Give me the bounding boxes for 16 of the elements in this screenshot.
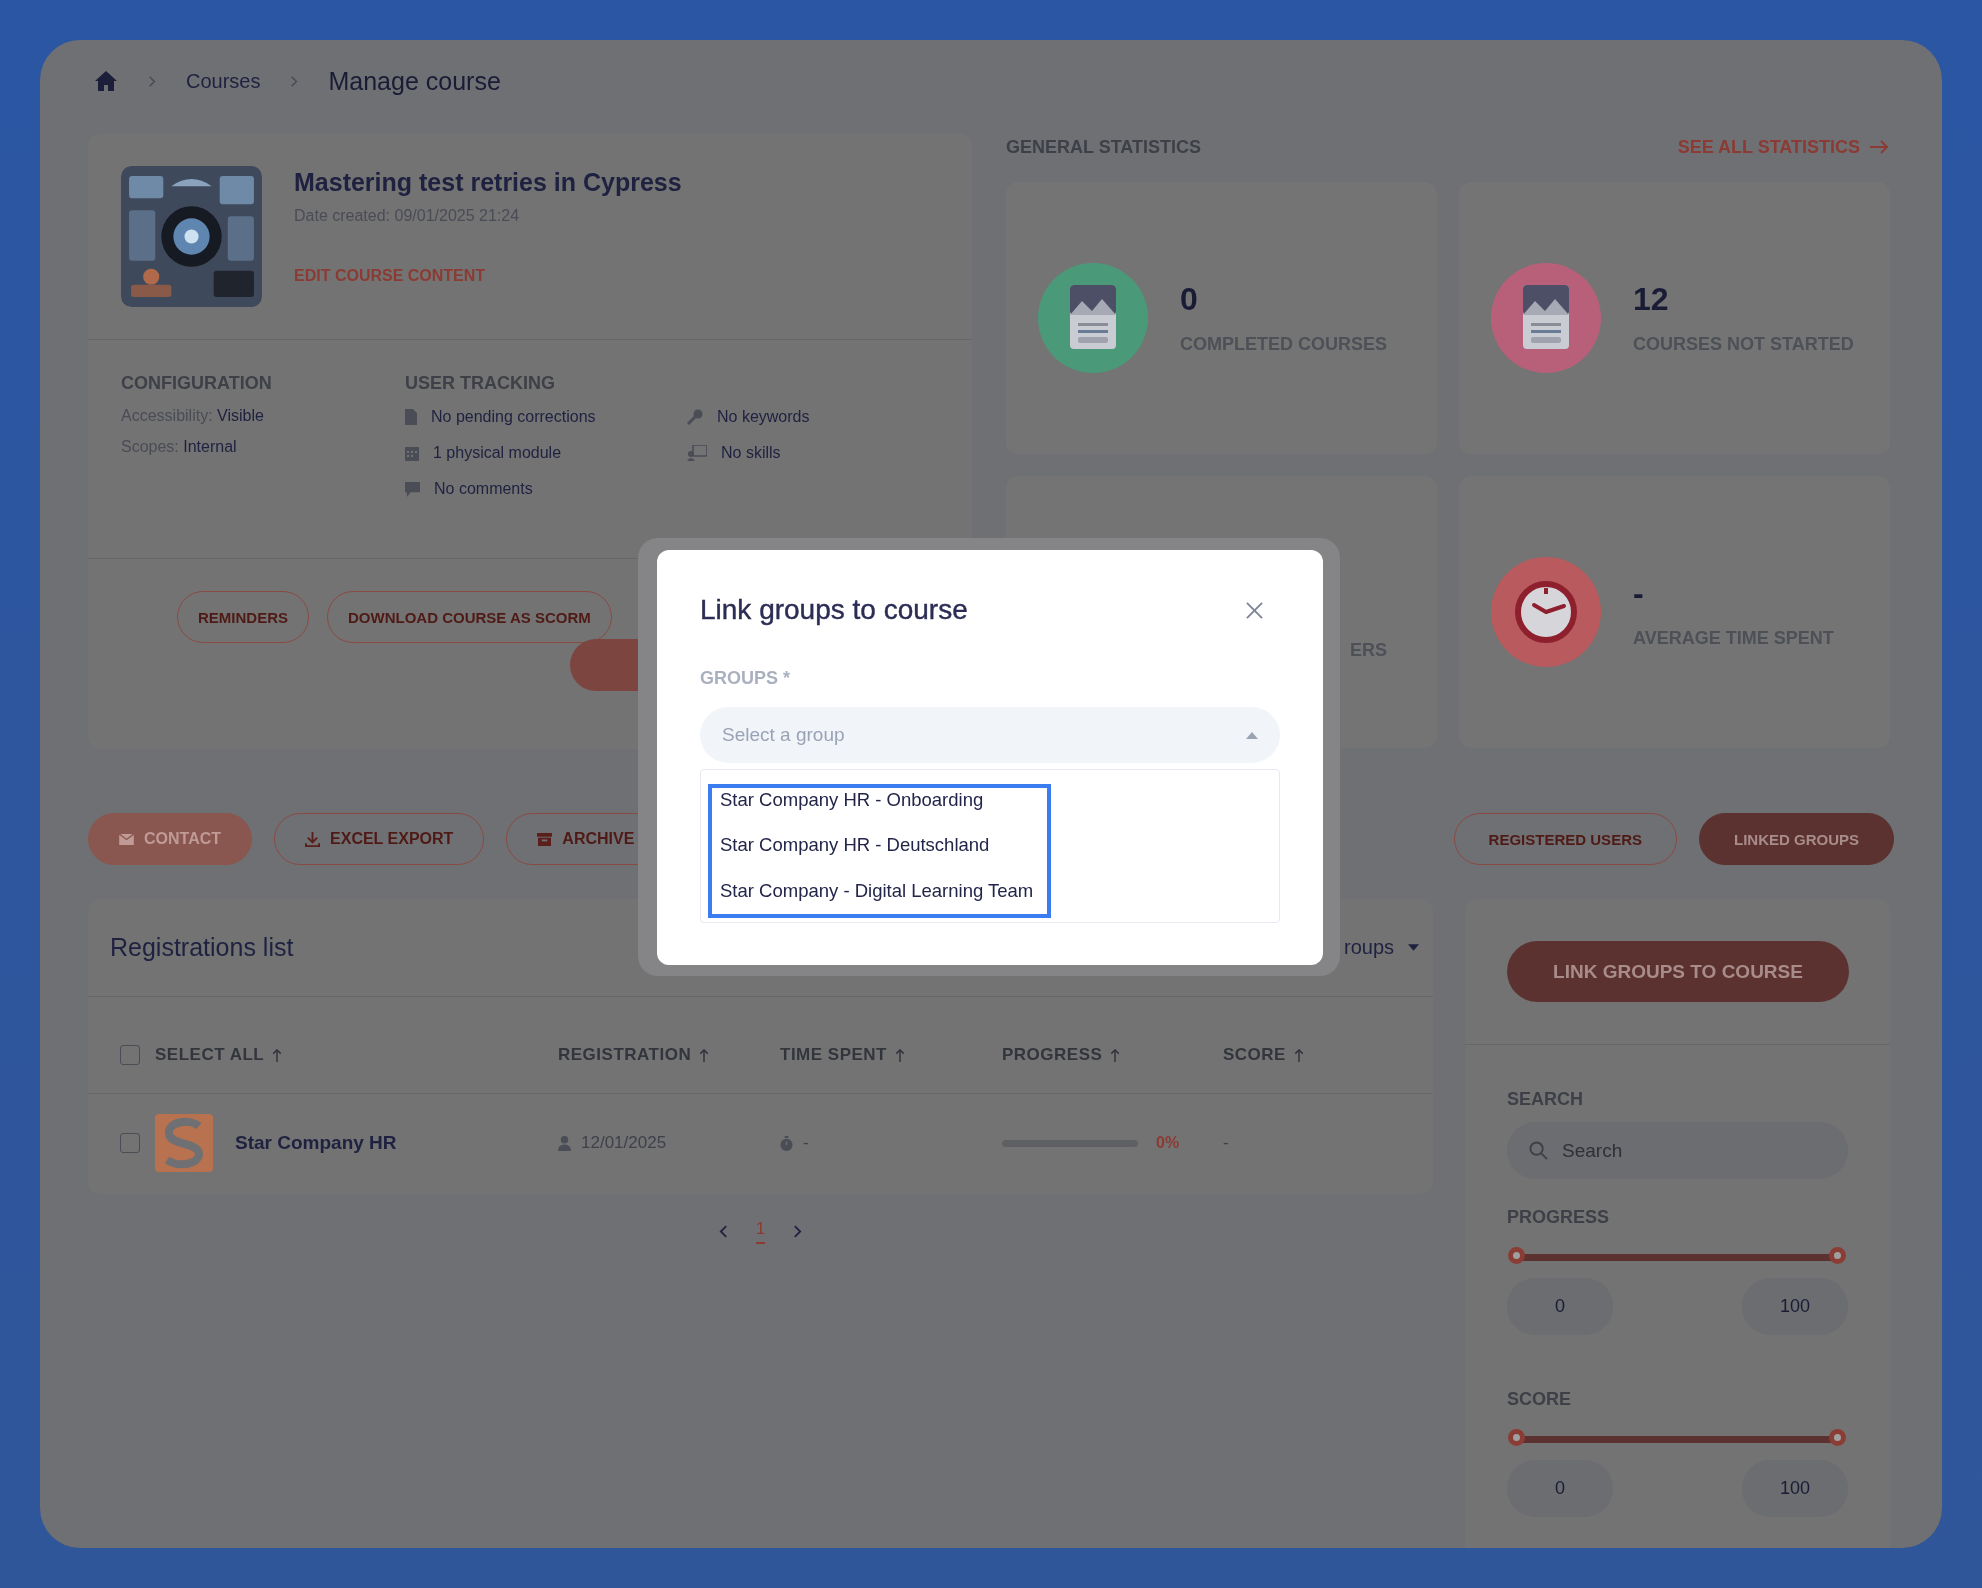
tracking-item: No skills — [721, 444, 781, 462]
table-cell: - — [1223, 1133, 1229, 1152]
tracking-item: No pending corrections — [431, 408, 596, 426]
registrations-title: Registrations list — [110, 933, 294, 962]
tracking-item: 1 physical module — [433, 444, 562, 462]
statistic-value: 12 — [1633, 281, 1670, 318]
modal-title: Link groups to course — [700, 594, 968, 626]
progress-percent: 0% — [1156, 1134, 1180, 1152]
group-name: Star Company HR — [235, 1132, 397, 1154]
course-title: Mastering test retries in Cypress — [294, 168, 682, 197]
field-label: GROUPS * — [700, 668, 792, 689]
tracking-item: No keywords — [717, 408, 810, 426]
statistic-value: 0 — [1180, 281, 1199, 318]
statistic-value: - — [1633, 575, 1645, 612]
tracking-item: No comments — [434, 480, 533, 498]
table-cell: - — [803, 1133, 809, 1153]
